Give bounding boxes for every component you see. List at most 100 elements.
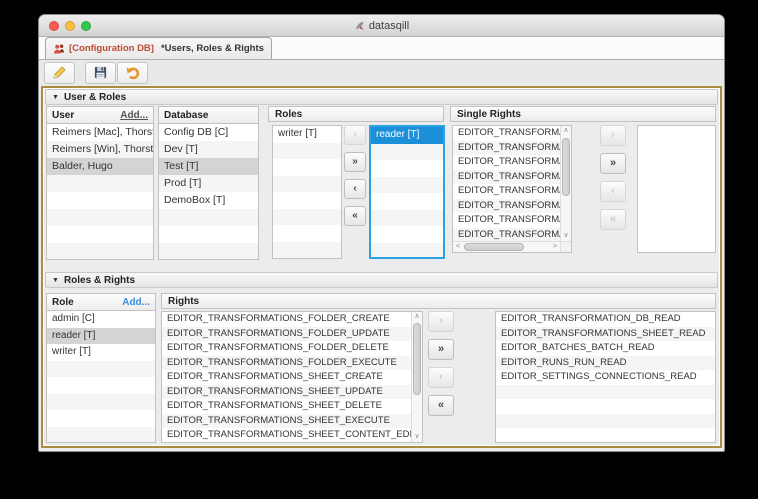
list-item[interactable]: Reimers [Mac], Thorsten <box>47 124 153 141</box>
vertical-scrollbar[interactable]: ∧ ∨ <box>560 126 571 241</box>
list-item[interactable]: Test [T] <box>159 158 258 175</box>
list-empty-row <box>371 160 443 177</box>
scrollbar-thumb[interactable] <box>562 138 570 196</box>
move-all-left-button[interactable]: « <box>428 395 454 416</box>
list-item[interactable]: EDITOR_TRANSFORMATION <box>453 170 560 185</box>
list-empty-row <box>371 210 443 227</box>
move-left-button[interactable]: ‹ <box>600 181 626 202</box>
list-item[interactable]: EDITOR_TRANSFORMATION <box>453 126 560 141</box>
scroll-right-icon[interactable]: > <box>550 242 560 252</box>
list-item[interactable]: EDITOR_TRANSFORMATIONS_SHEET_READ <box>496 327 715 342</box>
list-empty-row <box>273 242 341 259</box>
section-header-roles-rights[interactable]: ▼ Roles & Rights <box>45 272 718 288</box>
scroll-down-icon[interactable]: ∨ <box>412 432 422 442</box>
list-item[interactable]: EDITOR_TRANSFORMATIONS_SHEET_CONTENT_EDI… <box>162 428 411 442</box>
scroll-down-icon[interactable]: ∨ <box>561 231 571 241</box>
move-all-left-button[interactable]: « <box>600 209 626 230</box>
list-item[interactable]: DemoBox [T] <box>159 192 258 209</box>
section-title: User & Roles <box>64 92 126 103</box>
tab-users-roles-rights[interactable]: [Configuration DB] *Users, Roles & Right… <box>45 37 272 59</box>
list-item[interactable]: EDITOR_TRANSFORMATIONS_SHEET_CREATE <box>162 370 411 385</box>
list-item[interactable]: writer [T] <box>273 126 341 143</box>
user-list-title: User <box>52 110 74 121</box>
list-item[interactable]: EDITOR_TRANSFORMATION <box>453 155 560 170</box>
vertical-scrollbar[interactable]: ∧ ∨ <box>411 312 422 442</box>
roles-assigned-list: reader [T] <box>369 125 445 259</box>
list-item[interactable]: EDITOR_TRANSFORMATION <box>453 184 560 199</box>
scrollbar-thumb[interactable] <box>464 243 524 251</box>
horizontal-scrollbar[interactable]: < > <box>453 241 560 252</box>
scroll-up-icon[interactable]: ∧ <box>412 312 422 322</box>
roles-available-rows[interactable]: writer [T] <box>273 126 341 258</box>
move-right-button[interactable]: › <box>600 125 626 146</box>
single-rights-available-rows[interactable]: EDITOR_TRANSFORMATIONEDITOR_TRANSFORMATI… <box>453 126 560 241</box>
list-item[interactable]: admin [C] <box>47 311 155 328</box>
list-item[interactable]: EDITOR_TRANSFORMATION <box>453 213 560 228</box>
list-item[interactable]: Prod [T] <box>159 175 258 192</box>
rights-assigned-rows[interactable]: EDITOR_TRANSFORMATION_DB_READEDITOR_TRAN… <box>496 312 715 442</box>
move-right-button[interactable]: › <box>344 125 366 145</box>
pencil-icon <box>52 65 67 80</box>
list-item[interactable]: EDITOR_TRANSFORMATIONS_FOLDER_EXECUTE <box>162 356 411 371</box>
list-item[interactable]: EDITOR_TRANSFORMATION_DB_READ <box>496 312 715 327</box>
single-rights-assigned-rows[interactable] <box>638 126 715 252</box>
window-title-area: datasqill <box>354 20 409 32</box>
collapse-icon: ▼ <box>52 94 59 101</box>
add-user-link[interactable]: Add... <box>120 110 148 121</box>
list-item[interactable]: EDITOR_TRANSFORMATIONS_SHEET_DELETE <box>162 399 411 414</box>
close-button[interactable] <box>49 21 59 31</box>
list-item[interactable]: EDITOR_TRANSFORMATIONS_FOLDER_DELETE <box>162 341 411 356</box>
role-rows[interactable]: admin [C]reader [T]writer [T] <box>47 311 155 442</box>
list-item[interactable]: Balder, Hugo <box>47 158 153 175</box>
move-all-right-button[interactable]: » <box>600 153 626 174</box>
single-rights-group-title: Single Rights <box>457 109 521 120</box>
save-button[interactable] <box>85 62 116 84</box>
move-left-button[interactable]: ‹ <box>428 367 454 388</box>
window-title: datasqill <box>369 20 409 32</box>
list-empty-row <box>496 414 715 429</box>
list-empty-row <box>47 243 153 259</box>
database-rows[interactable]: Config DB [C]Dev [T]Test [T]Prod [T]Demo… <box>159 124 258 259</box>
list-item[interactable]: reader [T] <box>371 127 443 144</box>
undo-button[interactable] <box>117 62 148 84</box>
list-item[interactable]: EDITOR_TRANSFORMATION <box>453 228 560 242</box>
list-item[interactable]: EDITOR_TRANSFORMATION <box>453 141 560 156</box>
list-item[interactable]: EDITOR_TRANSFORMATIONS_FOLDER_CREATE <box>162 312 411 327</box>
edit-button[interactable] <box>44 62 75 84</box>
list-item[interactable]: Reimers [Win], Thorsten <box>47 141 153 158</box>
move-all-left-button[interactable]: « <box>344 206 366 226</box>
rights-available-rows[interactable]: EDITOR_TRANSFORMATIONS_FOLDER_CREATEEDIT… <box>162 312 411 442</box>
list-empty-row <box>371 177 443 194</box>
tab-title-label: *Users, Roles & Rights <box>161 43 264 54</box>
list-item[interactable]: EDITOR_TRANSFORMATIONS_FOLDER_UPDATE <box>162 327 411 342</box>
move-all-right-button[interactable]: » <box>344 152 366 172</box>
section-header-user-roles[interactable]: ▼ User & Roles <box>45 89 718 105</box>
scrollbar-thumb[interactable] <box>413 323 421 395</box>
list-item[interactable]: Dev [T] <box>159 141 258 158</box>
roles-assigned-rows[interactable]: reader [T] <box>371 127 443 257</box>
list-item[interactable]: writer [T] <box>47 344 155 361</box>
add-role-link[interactable]: Add... <box>122 297 150 308</box>
single-rights-available-list: EDITOR_TRANSFORMATIONEDITOR_TRANSFORMATI… <box>452 125 572 253</box>
minimize-button[interactable] <box>65 21 75 31</box>
list-empty-row <box>273 176 341 193</box>
list-item[interactable]: EDITOR_BATCHES_BATCH_READ <box>496 341 715 356</box>
zoom-button[interactable] <box>81 21 91 31</box>
list-empty-row <box>47 361 155 378</box>
role-list-title: Role <box>52 297 74 308</box>
section-title: Roles & Rights <box>64 275 135 286</box>
rights-group-title: Rights <box>168 296 199 307</box>
list-item[interactable]: Config DB [C] <box>159 124 258 141</box>
scroll-left-icon[interactable]: < <box>453 242 463 252</box>
list-item[interactable]: EDITOR_TRANSFORMATIONS_SHEET_EXECUTE <box>162 414 411 429</box>
move-left-button[interactable]: ‹ <box>344 179 366 199</box>
list-item[interactable]: EDITOR_TRANSFORMATION <box>453 199 560 214</box>
move-right-button[interactable]: › <box>428 311 454 332</box>
list-item[interactable]: EDITOR_RUNS_RUN_READ <box>496 356 715 371</box>
move-all-right-button[interactable]: » <box>428 339 454 360</box>
user-rows[interactable]: Reimers [Mac], ThorstenReimers [Win], Th… <box>47 124 153 259</box>
list-item[interactable]: reader [T] <box>47 328 155 345</box>
scroll-up-icon[interactable]: ∧ <box>561 126 571 136</box>
list-item[interactable]: EDITOR_TRANSFORMATIONS_SHEET_UPDATE <box>162 385 411 400</box>
list-item[interactable]: EDITOR_SETTINGS_CONNECTIONS_READ <box>496 370 715 385</box>
